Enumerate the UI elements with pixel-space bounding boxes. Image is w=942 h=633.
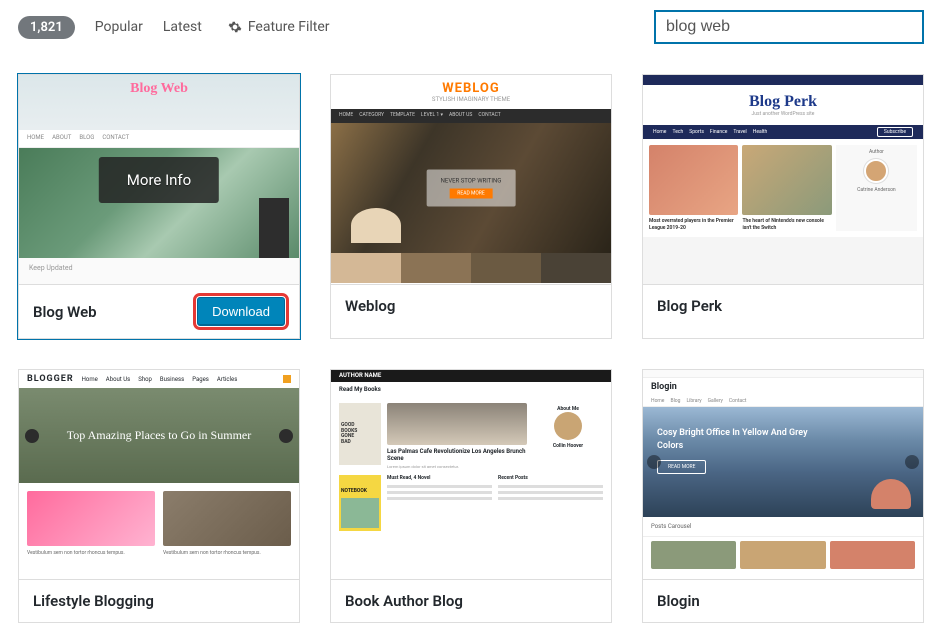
theme-card-lifestyle-blogging[interactable]: BLOGGERHomeAbout UsShopBusinessPagesArti… [18,369,300,623]
theme-thumbnail: Blog PerkJust another WordPress site Hom… [643,75,923,285]
theme-card-blog-web[interactable]: Blog Web HOMEABOUTBLOGCONTACT Keep Updat… [18,74,300,339]
thumb-brand: WEBLOG [331,81,611,96]
theme-thumbnail: WEBLOGSTYLISH IMAGINARY THEME HOMECATEGO… [331,75,611,285]
theme-card-blogin[interactable]: Blogin HomeBlogLibraryGalleryContact Cos… [642,369,924,623]
feature-filter-button[interactable]: Feature Filter [228,19,330,35]
theme-thumbnail: Blogin HomeBlogLibraryGalleryContact Cos… [643,370,923,580]
theme-title: Blogin [657,592,700,610]
theme-title: Blog Web [33,303,97,321]
thumb-logo: Blog Web [130,81,188,97]
thumb-footer: Keep Updated [19,258,299,285]
filter-bar: 1,821 Popular Latest Feature Filter [18,10,924,44]
theme-thumbnail: Blog Web HOMEABOUTBLOGCONTACT Keep Updat… [19,75,299,285]
thumb-sub: Just another WordPress site [643,111,923,117]
thumb-badge: NEVER STOP WRITING [441,178,502,185]
gear-icon [228,20,242,34]
thumb-logo: BLOGGER [27,374,74,384]
feature-filter-label: Feature Filter [248,19,330,35]
thumb-brand: Blog Perk [643,93,923,111]
theme-title: Blog Perk [657,297,722,315]
theme-count-pill: 1,821 [18,16,75,39]
filter-latest[interactable]: Latest [163,19,202,35]
search-input[interactable] [654,10,924,44]
theme-title: Lifestyle Blogging [33,592,154,610]
theme-card-weblog[interactable]: WEBLOGSTYLISH IMAGINARY THEME HOMECATEGO… [330,74,612,339]
thumb-hero: Cosy Bright Office In Yellow And Grey Co… [657,427,808,452]
more-info-overlay[interactable]: More Info [99,157,219,203]
download-button[interactable]: Download [197,297,285,326]
thumb-hero: Top Amazing Places to Go in Summer [67,428,251,444]
theme-thumbnail: BLOGGERHomeAbout UsShopBusinessPagesArti… [19,370,299,580]
theme-card-book-author-blog[interactable]: AUTHOR NAME Read My Books GOODBOOKSGONEB… [330,369,612,623]
theme-title: Book Author Blog [345,592,463,610]
theme-title: Weblog [345,297,395,315]
theme-grid: Blog Web HOMEABOUTBLOGCONTACT Keep Updat… [18,74,924,623]
theme-card-blog-perk[interactable]: Blog PerkJust another WordPress site Hom… [642,74,924,339]
theme-thumbnail: AUTHOR NAME Read My Books GOODBOOKSGONEB… [331,370,611,580]
thumb-brand: Blogin [643,378,923,396]
thumb-author: AUTHOR NAME [331,370,611,382]
filter-popular[interactable]: Popular [95,19,143,35]
thumb-sub: STYLISH IMAGINARY THEME [331,96,611,103]
